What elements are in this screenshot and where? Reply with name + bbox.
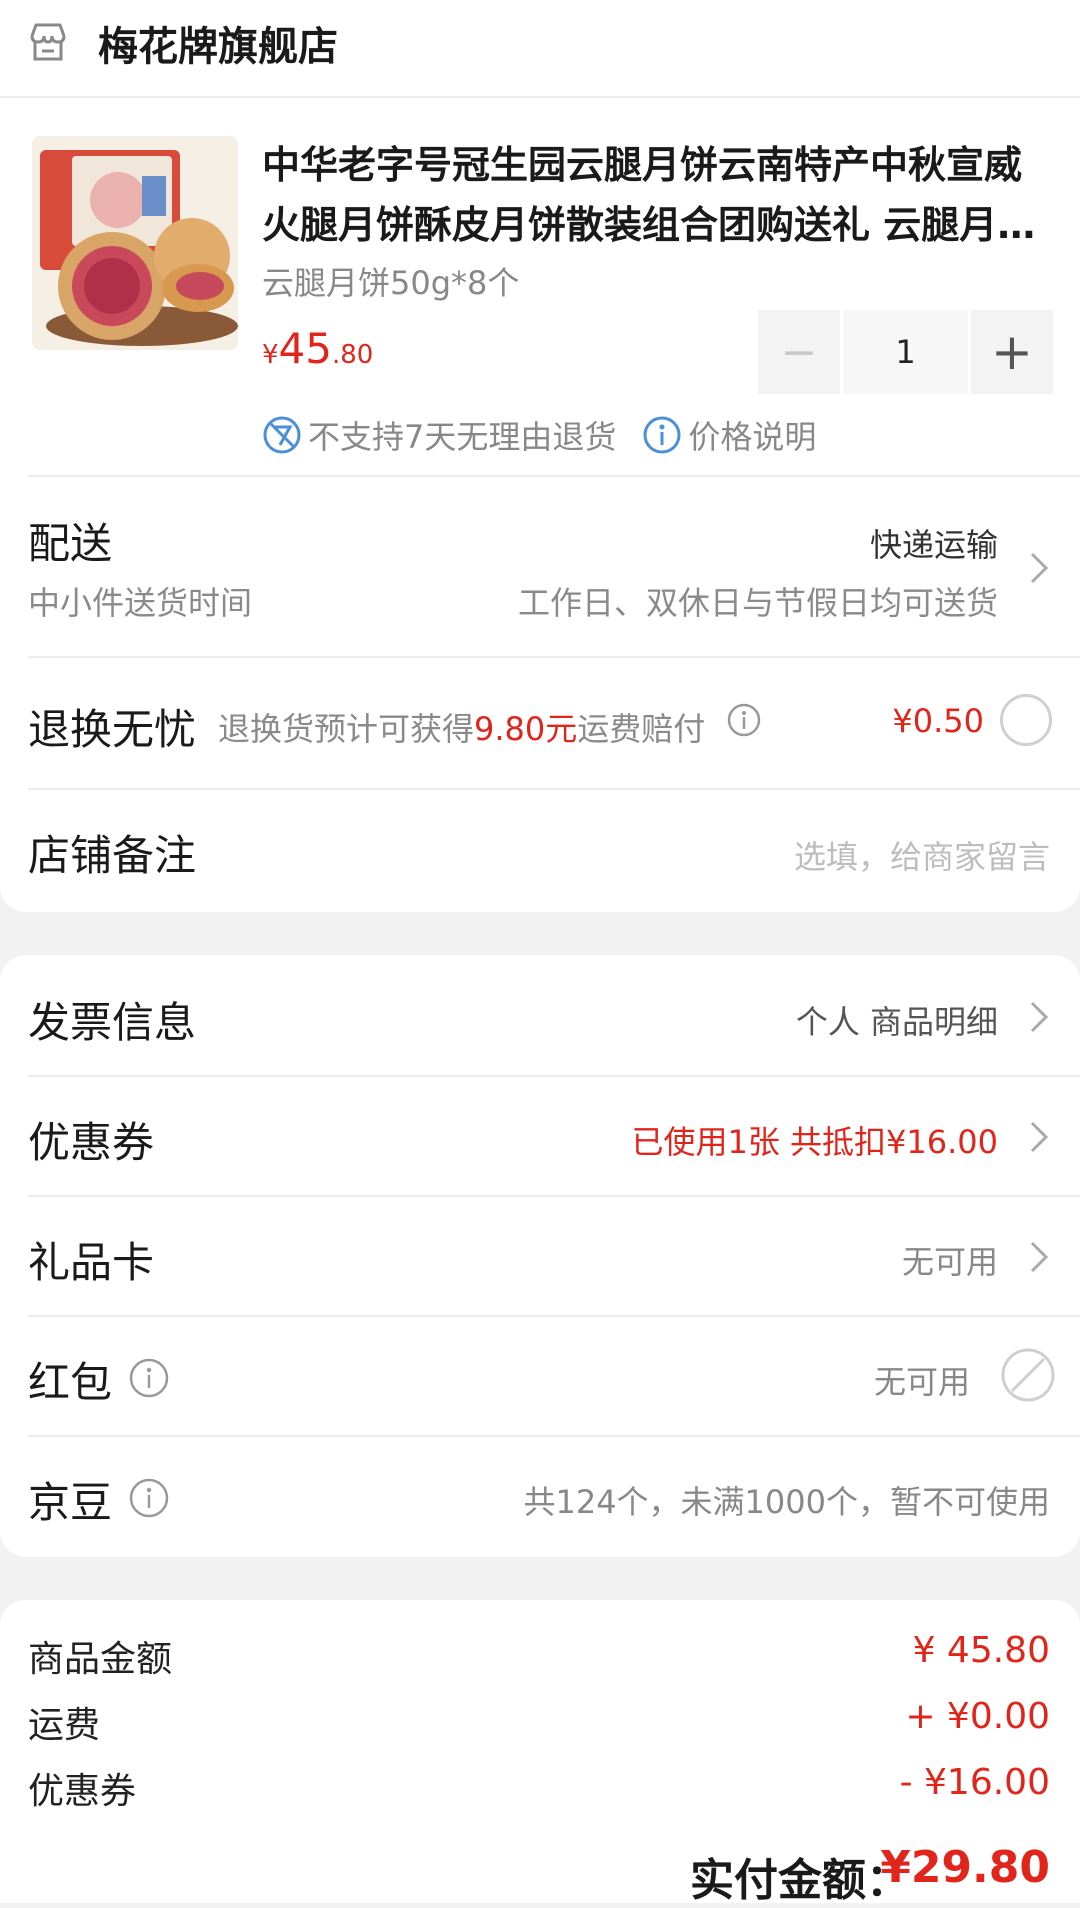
coupon-title: 优惠券 — [28, 1118, 155, 1167]
price-info-link[interactable]: 价格说明 — [688, 412, 816, 458]
quantity-value[interactable]: 1 — [843, 310, 968, 394]
coupon-value: 已使用1张 共抵扣¥16.00 — [631, 1123, 998, 1161]
payable-value: ¥29.80 — [880, 1842, 1050, 1893]
decrease-button[interactable]: − — [758, 310, 840, 394]
disabled-icon — [1000, 1347, 1056, 1403]
chevron-right-icon — [1028, 1239, 1050, 1275]
return-desc-suffix: 运费赔付 — [577, 710, 706, 748]
shipping-value: + ¥0.00 — [905, 1696, 1050, 1737]
product-spec[interactable]: 云腿月饼50g*8个 — [262, 258, 519, 304]
red-packet-title: 红包 — [28, 1358, 113, 1407]
info-icon[interactable] — [128, 1357, 170, 1399]
red-packet-row[interactable]: 红包 无可用 — [0, 1317, 1080, 1435]
info-icon[interactable] — [726, 702, 762, 738]
delivery-row[interactable]: 配送 快递运输 中小件送货时间 工作日、双休日与节假日均可送货 — [0, 476, 1080, 656]
invoice-title: 发票信息 — [28, 998, 197, 1047]
store-note-row[interactable]: 店铺备注 选填，给商家留言 — [0, 790, 1080, 910]
shipping-label: 运费 — [28, 1705, 101, 1746]
delivery-title: 配送 — [28, 519, 113, 568]
increase-button[interactable]: + — [971, 310, 1053, 394]
store-name[interactable]: 梅花牌旗舰店 — [98, 14, 338, 72]
coupon-row[interactable]: 优惠券 已使用1张 共抵扣¥16.00 — [0, 1077, 1080, 1195]
return-desc-prefix: 退换货预计可获得 — [218, 710, 475, 748]
divider — [0, 96, 1080, 98]
return-desc-amount: 9.80元 — [474, 710, 578, 748]
delivery-note: 工作日、双休日与节假日均可送货 — [517, 584, 998, 622]
return-insurance-radio[interactable] — [1000, 694, 1052, 746]
store-note-input[interactable]: 选填，给商家留言 — [794, 832, 1050, 878]
store-note-title: 店铺备注 — [28, 831, 197, 880]
no-return-icon — [262, 415, 302, 455]
price-currency: ¥ — [262, 340, 279, 370]
product-image[interactable] — [32, 136, 238, 350]
chevron-right-icon — [1028, 1119, 1050, 1155]
gift-card-row[interactable]: 礼品卡 无可用 — [0, 1197, 1080, 1315]
return-insurance-title: 退换无忧 — [28, 705, 197, 754]
gift-card-value: 无可用 — [901, 1243, 998, 1281]
chevron-right-icon — [1028, 999, 1050, 1035]
goods-amount-label: 商品金额 — [28, 1639, 173, 1680]
jingdou-title: 京豆 — [28, 1478, 113, 1527]
no-return-tag: 不支持7天无理由退货 — [308, 418, 617, 456]
delivery-subtitle: 中小件送货时间 — [28, 584, 253, 622]
order-store-card: 梅花牌旗舰店 中华老字号冠生园云腿月饼云南特产中秋宣威火腿月饼酥皮月饼散装组合团… — [0, 0, 1080, 912]
goods-amount-value: ¥ 45.80 — [912, 1630, 1050, 1671]
return-insurance-row[interactable]: 退换无忧 退换货预计可获得9.80元运费赔付 ¥0.50 — [0, 658, 1080, 788]
info-icon[interactable] — [128, 1477, 170, 1519]
red-packet-value: 无可用 — [873, 1363, 970, 1401]
return-insurance-price: ¥0.50 — [892, 702, 984, 740]
price-info-icon[interactable] — [642, 415, 682, 455]
coupon-discount-label: 优惠券 — [28, 1771, 137, 1812]
product-tags: 不支持7天无理由退货 价格说明 — [262, 410, 816, 460]
price-integer: 45 — [278, 324, 332, 373]
payment-options-card: 发票信息 个人 商品明细 优惠券 已使用1张 共抵扣¥16.00 礼品卡 无可用… — [0, 955, 1080, 1557]
product-title[interactable]: 中华老字号冠生园云腿月饼云南特产中秋宣威火腿月饼酥皮月饼散装组合团购送礼 云腿月… — [262, 135, 1040, 255]
return-insurance-desc: 退换货预计可获得9.80元运费赔付 — [218, 704, 705, 750]
invoice-row[interactable]: 发票信息 个人 商品明细 — [0, 955, 1080, 1075]
quantity-stepper: − 1 + — [758, 310, 1053, 394]
jingdou-row[interactable]: 京豆 共124个，未满1000个，暂不可使用 — [0, 1437, 1080, 1555]
store-icon — [26, 20, 70, 64]
delivery-method: 快递运输 — [869, 526, 998, 564]
jingdou-value: 共124个，未满1000个，暂不可使用 — [523, 1483, 1050, 1521]
product-price: ¥45.80 — [262, 324, 373, 373]
price-decimal: .80 — [332, 340, 374, 370]
coupon-discount-value: - ¥16.00 — [899, 1762, 1050, 1803]
chevron-right-icon — [1028, 550, 1050, 586]
invoice-value: 个人 商品明细 — [795, 1003, 998, 1041]
gift-card-title: 礼品卡 — [28, 1238, 155, 1287]
payable-label: 实付金额： — [690, 1855, 910, 1906]
